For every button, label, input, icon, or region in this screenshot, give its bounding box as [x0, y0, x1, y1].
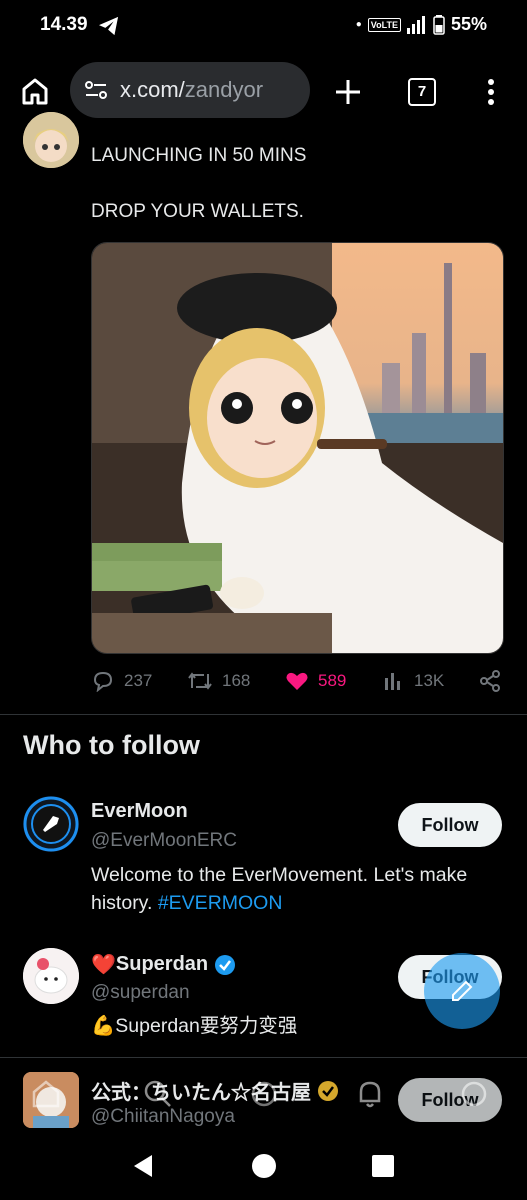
recents-icon[interactable]	[371, 1154, 395, 1178]
status-bar: 14.39 ● VoLTE 55%	[0, 0, 527, 52]
row-divider	[0, 1057, 527, 1058]
browser-toolbar: x.com/zandyor 7	[0, 58, 527, 124]
telegram-icon	[99, 16, 119, 36]
share-icon	[480, 670, 500, 692]
views-action[interactable]: 13K	[383, 670, 444, 692]
who-to-follow-title: Who to follow	[23, 730, 200, 760]
like-action[interactable]: 589	[285, 670, 346, 692]
compose-icon	[452, 980, 473, 1001]
signal-icon	[406, 15, 425, 34]
reply-count: 237	[124, 671, 153, 690]
reply-icon	[93, 671, 113, 692]
like-count: 589	[318, 671, 347, 690]
retweet-count: 168	[222, 671, 251, 690]
address-bar[interactable]: x.com/zandyor	[70, 62, 310, 118]
section-divider	[0, 714, 527, 715]
tab-switcher-button[interactable]: 7	[408, 78, 436, 106]
url-domain: x.com/	[120, 77, 185, 102]
tweet-text-line1: LAUNCHING IN 50 MINS	[91, 145, 307, 166]
hashtag-link[interactable]: #EVERMOON	[158, 892, 283, 914]
user-handle[interactable]: @EverMoonERC	[91, 830, 237, 852]
home-nav-icon[interactable]	[30, 1078, 62, 1110]
views-count: 13K	[414, 671, 445, 690]
status-time: 14.39	[40, 14, 88, 35]
follow-button[interactable]: Follow	[398, 803, 502, 847]
system-nav-bar	[0, 1138, 527, 1200]
x-bottom-nav	[0, 1060, 527, 1136]
url-path: zandyor	[184, 77, 264, 102]
site-settings-icon[interactable]	[84, 79, 108, 101]
tweet-image[interactable]	[91, 242, 504, 654]
home-circle-icon[interactable]	[251, 1153, 277, 1179]
heart-icon	[286, 672, 308, 690]
messages-icon[interactable]	[458, 1078, 490, 1110]
bell-icon[interactable]	[354, 1078, 386, 1110]
user-name[interactable]: EverMoon	[91, 800, 188, 823]
superdan-avatar[interactable]	[23, 948, 79, 1004]
user-name[interactable]: ❤️ Superdan	[91, 952, 236, 977]
volte-badge: VoLTE	[367, 17, 401, 32]
search-icon[interactable]	[142, 1078, 174, 1110]
tweet-author-avatar[interactable]	[23, 112, 79, 168]
user-handle[interactable]: @superdan	[91, 982, 190, 1004]
battery-icon	[433, 14, 445, 35]
retweet-icon	[188, 672, 212, 690]
verified-badge-icon	[215, 954, 236, 975]
plus-icon[interactable]	[334, 78, 362, 106]
share-action[interactable]	[479, 670, 501, 692]
url-text[interactable]: x.com/zandyor	[120, 77, 263, 103]
views-icon	[385, 673, 400, 690]
tweet-actions: 237 168 589 13K	[91, 670, 511, 700]
reply-action[interactable]: 237	[91, 670, 152, 692]
tweet-text-line2: DROP YOUR WALLETS.	[91, 201, 304, 222]
compose-button[interactable]	[424, 953, 500, 1029]
retweet-action[interactable]: 168	[187, 670, 250, 692]
evermoon-avatar[interactable]	[23, 796, 79, 852]
status-indicators: ● VoLTE 55%	[355, 14, 487, 35]
more-vert-icon[interactable]	[484, 78, 498, 106]
back-icon[interactable]	[130, 1153, 156, 1179]
user-bio: Welcome to the EverMovement. Let's make …	[91, 864, 468, 914]
home-icon[interactable]	[20, 76, 50, 106]
spaces-icon[interactable]	[248, 1078, 280, 1110]
battery-percent: 55%	[450, 14, 487, 34]
